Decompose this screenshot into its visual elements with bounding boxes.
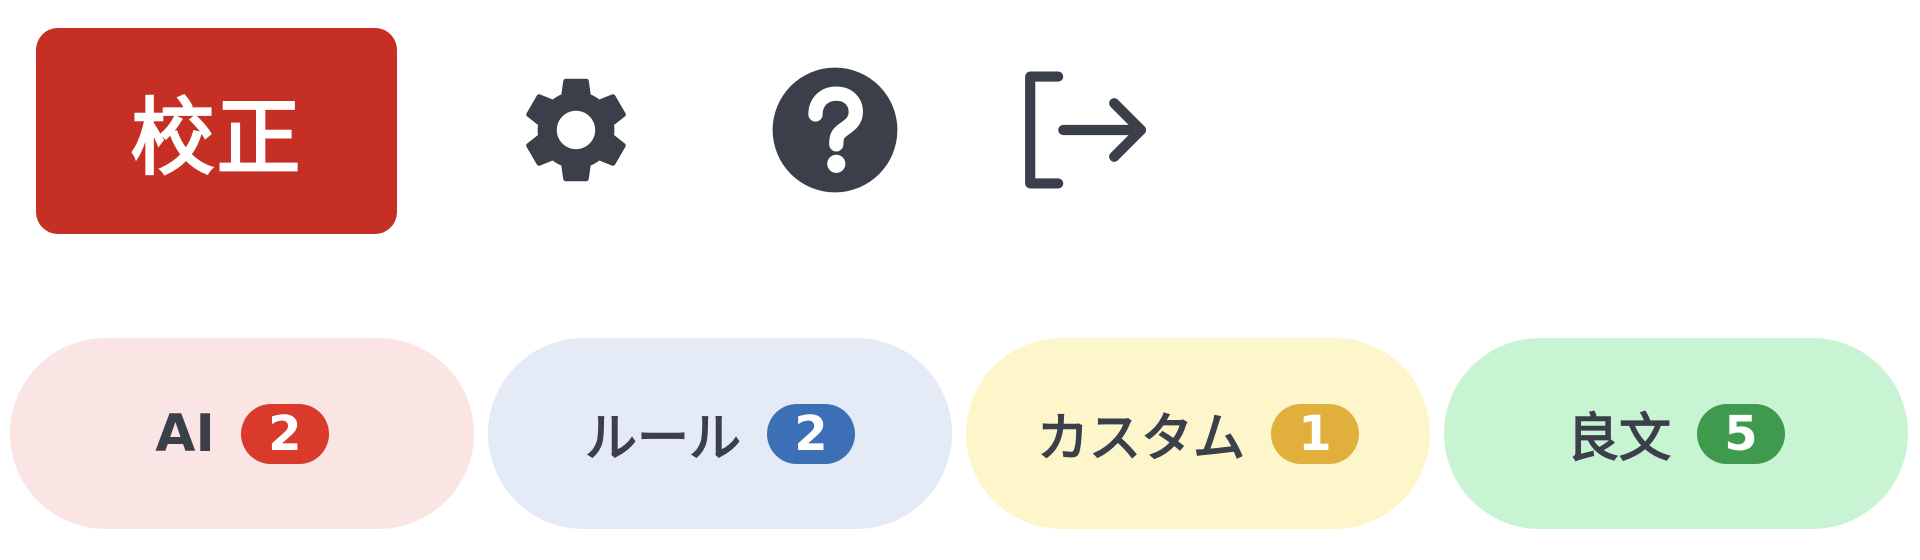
tab-label: 良文 <box>1566 409 1671 469</box>
count-badge: 2 <box>767 403 855 464</box>
count-badge: 5 <box>1697 403 1785 464</box>
proofread-button[interactable]: 校正 <box>36 28 397 234</box>
tab-label: AI <box>155 403 215 464</box>
tab-ai[interactable]: AI 2 <box>10 338 474 529</box>
toolbar: 校正 <box>36 28 397 234</box>
tab-label: カスタム <box>1036 409 1245 469</box>
help-button[interactable] <box>765 60 905 200</box>
logout-icon <box>1025 71 1146 189</box>
help-circle-icon <box>772 67 898 193</box>
logout-button[interactable] <box>1020 60 1160 200</box>
settings-button[interactable] <box>506 60 646 200</box>
gear-icon <box>526 78 626 182</box>
tab-custom[interactable]: カスタム 1 <box>966 338 1430 529</box>
tab-label: ルール <box>584 409 741 469</box>
count-badge: 1 <box>1271 403 1359 464</box>
count-badge: 2 <box>240 403 329 464</box>
tab-good-sentences[interactable]: 良文 5 <box>1444 338 1908 529</box>
tab-rules[interactable]: ルール 2 <box>488 338 952 529</box>
category-tabs: AI 2 ルール 2 カスタム 1 良文 5 <box>10 338 1908 529</box>
